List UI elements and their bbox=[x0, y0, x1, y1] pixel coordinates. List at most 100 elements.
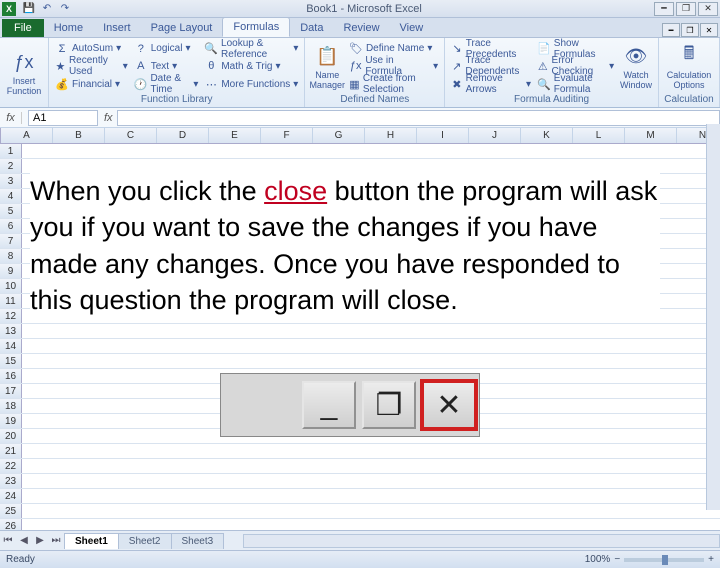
lookup-reference-button[interactable]: 🔍Lookup & Reference ▾ bbox=[202, 41, 300, 57]
row-header[interactable]: 24 bbox=[0, 489, 22, 503]
watch-window-button[interactable]: 👁 Watch Window bbox=[618, 40, 654, 93]
col-header[interactable]: I bbox=[417, 128, 469, 143]
date-time-button[interactable]: 🕐Date & Time ▾ bbox=[132, 76, 201, 92]
row-header[interactable]: 18 bbox=[0, 399, 22, 413]
col-header[interactable]: H bbox=[365, 128, 417, 143]
sheet-nav-last[interactable]: ⏭ bbox=[48, 535, 64, 546]
tab-review[interactable]: Review bbox=[333, 19, 389, 37]
col-header[interactable]: K bbox=[521, 128, 573, 143]
qat-redo-icon[interactable]: ↷ bbox=[57, 2, 73, 16]
row-header[interactable]: 2 bbox=[0, 159, 22, 173]
col-header[interactable]: G bbox=[313, 128, 365, 143]
name-manager-button[interactable]: 📋 Name Manager bbox=[309, 40, 345, 93]
tab-page-layout[interactable]: Page Layout bbox=[141, 19, 223, 37]
row-cells[interactable] bbox=[22, 324, 720, 338]
logical-button[interactable]: ?Logical ▾ bbox=[132, 41, 201, 57]
remove-arrows-button[interactable]: ✖Remove Arrows ▾ bbox=[449, 76, 533, 92]
col-header[interactable]: B bbox=[53, 128, 105, 143]
window-close-button[interactable]: ✕ bbox=[698, 2, 718, 16]
math-trig-button[interactable]: θMath & Trig ▾ bbox=[202, 58, 300, 74]
row-header[interactable]: 16 bbox=[0, 369, 22, 383]
window-restore-button[interactable]: ❐ bbox=[676, 2, 696, 16]
row-header[interactable]: 9 bbox=[0, 264, 22, 278]
col-header[interactable]: L bbox=[573, 128, 625, 143]
qat-save-icon[interactable]: 💾 bbox=[21, 2, 37, 16]
col-header[interactable]: M bbox=[625, 128, 677, 143]
error-checking-button[interactable]: ⚠Error Checking ▾ bbox=[535, 58, 616, 74]
trace-precedents-button[interactable]: ↘Trace Precedents bbox=[449, 41, 533, 57]
formula-input[interactable] bbox=[117, 110, 720, 126]
tab-insert[interactable]: Insert bbox=[93, 19, 141, 37]
zoom-thumb[interactable] bbox=[662, 555, 668, 565]
text-button[interactable]: AText ▾ bbox=[132, 58, 201, 74]
row-header[interactable]: 1 bbox=[0, 144, 22, 158]
use-in-formula-button[interactable]: ƒxUse in Formula ▾ bbox=[347, 58, 440, 74]
col-header[interactable]: C bbox=[105, 128, 157, 143]
financial-button[interactable]: 💰Financial ▾ bbox=[53, 76, 130, 92]
show-formulas-button[interactable]: 📄Show Formulas bbox=[535, 41, 616, 57]
tab-data[interactable]: Data bbox=[290, 19, 333, 37]
row-cells[interactable] bbox=[22, 144, 720, 158]
sheet-nav-next[interactable]: ▶ bbox=[32, 535, 48, 546]
tab-formulas[interactable]: Formulas bbox=[222, 17, 290, 37]
zoom-percent[interactable]: 100% bbox=[585, 554, 611, 565]
sheet-tab-1[interactable]: Sheet1 bbox=[64, 533, 119, 549]
row-header[interactable]: 12 bbox=[0, 309, 22, 323]
row-header[interactable]: 21 bbox=[0, 444, 22, 458]
row-header[interactable]: 17 bbox=[0, 384, 22, 398]
sheet-nav-prev[interactable]: ◀ bbox=[16, 535, 32, 546]
row-header[interactable]: 26 bbox=[0, 519, 22, 530]
window-minimize-button[interactable]: ━ bbox=[654, 2, 674, 16]
mdi-restore-button[interactable]: ❐ bbox=[681, 23, 699, 37]
recently-used-button[interactable]: ★Recently Used ▾ bbox=[53, 58, 130, 74]
col-header[interactable]: F bbox=[261, 128, 313, 143]
row-header[interactable]: 15 bbox=[0, 354, 22, 368]
qat-undo-icon[interactable]: ↶ bbox=[39, 2, 55, 16]
row-header[interactable]: 20 bbox=[0, 429, 22, 443]
tab-view[interactable]: View bbox=[390, 19, 434, 37]
row-header[interactable]: 25 bbox=[0, 504, 22, 518]
col-header[interactable]: E bbox=[209, 128, 261, 143]
more-functions-button[interactable]: ⋯More Functions ▾ bbox=[202, 76, 300, 92]
row-header[interactable]: 22 bbox=[0, 459, 22, 473]
row-header[interactable]: 19 bbox=[0, 414, 22, 428]
mdi-minimize-button[interactable]: ━ bbox=[662, 23, 680, 37]
row-cells[interactable] bbox=[22, 459, 720, 473]
row-header[interactable]: 8 bbox=[0, 249, 22, 263]
zoom-out-button[interactable]: − bbox=[614, 554, 620, 565]
zoom-in-button[interactable]: + bbox=[708, 554, 714, 565]
col-header[interactable]: J bbox=[469, 128, 521, 143]
row-header[interactable]: 6 bbox=[0, 219, 22, 233]
row-cells[interactable] bbox=[22, 339, 720, 353]
col-header[interactable]: D bbox=[157, 128, 209, 143]
row-header[interactable]: 23 bbox=[0, 474, 22, 488]
autosum-button[interactable]: ΣAutoSum ▾ bbox=[53, 41, 130, 57]
tab-file[interactable]: File bbox=[2, 19, 44, 37]
row-cells[interactable] bbox=[22, 474, 720, 488]
row-cells[interactable] bbox=[22, 354, 720, 368]
row-header[interactable]: 4 bbox=[0, 189, 22, 203]
row-header[interactable]: 13 bbox=[0, 324, 22, 338]
row-cells[interactable] bbox=[22, 504, 720, 518]
sheet-tab-3[interactable]: Sheet3 bbox=[171, 533, 225, 549]
row-cells[interactable] bbox=[22, 159, 720, 173]
col-header[interactable]: A bbox=[1, 128, 53, 143]
vertical-scrollbar[interactable] bbox=[706, 124, 720, 510]
mdi-close-button[interactable]: ✕ bbox=[700, 23, 718, 37]
fx-label-right[interactable]: fx bbox=[104, 112, 113, 124]
define-name-button[interactable]: 🏷Define Name ▾ bbox=[347, 41, 440, 57]
row-header[interactable]: 10 bbox=[0, 279, 22, 293]
tab-home[interactable]: Home bbox=[44, 19, 93, 37]
row-header[interactable]: 3 bbox=[0, 174, 22, 188]
row-header[interactable]: 7 bbox=[0, 234, 22, 248]
row-cells[interactable] bbox=[22, 444, 720, 458]
row-header[interactable]: 11 bbox=[0, 294, 22, 308]
name-box[interactable]: A1 bbox=[28, 110, 98, 126]
zoom-slider[interactable] bbox=[624, 558, 704, 562]
create-from-selection-button[interactable]: ▦Create from Selection bbox=[347, 76, 440, 92]
row-cells[interactable] bbox=[22, 489, 720, 503]
row-cells[interactable] bbox=[22, 519, 720, 530]
row-header[interactable]: 14 bbox=[0, 339, 22, 353]
sheet-tab-2[interactable]: Sheet2 bbox=[118, 533, 172, 549]
sheet-nav-first[interactable]: ⏮ bbox=[0, 535, 16, 546]
